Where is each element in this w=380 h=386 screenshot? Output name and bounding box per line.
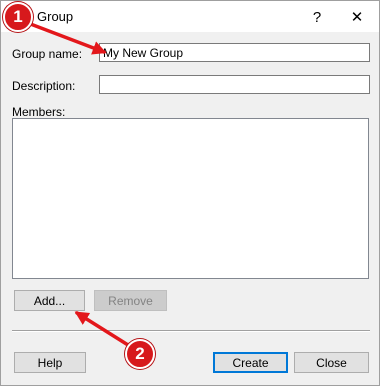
create-button[interactable]: Create — [213, 352, 288, 373]
step-2-marker: 2 — [125, 339, 155, 369]
add-button[interactable]: Add... — [14, 290, 85, 311]
description-label: Description: — [12, 79, 76, 93]
members-list[interactable] — [12, 118, 369, 279]
members-label: Members: — [12, 105, 66, 119]
help-button[interactable]: Help — [14, 352, 86, 373]
title-bar[interactable]: Group ? ✕ — [1, 1, 379, 32]
remove-button[interactable]: Remove — [94, 290, 167, 311]
close-icon[interactable]: ✕ — [339, 5, 375, 29]
help-icon[interactable]: ? — [299, 5, 335, 29]
close-button[interactable]: Close — [294, 352, 369, 373]
window-title: Group — [37, 9, 74, 24]
group-dialog: Group ? ✕ Group name: Description: Membe… — [0, 0, 380, 386]
group-name-input[interactable] — [99, 43, 370, 62]
separator — [12, 330, 370, 332]
group-name-label: Group name: — [12, 47, 83, 61]
step-1-marker: 1 — [3, 2, 33, 32]
description-input[interactable] — [99, 75, 370, 94]
